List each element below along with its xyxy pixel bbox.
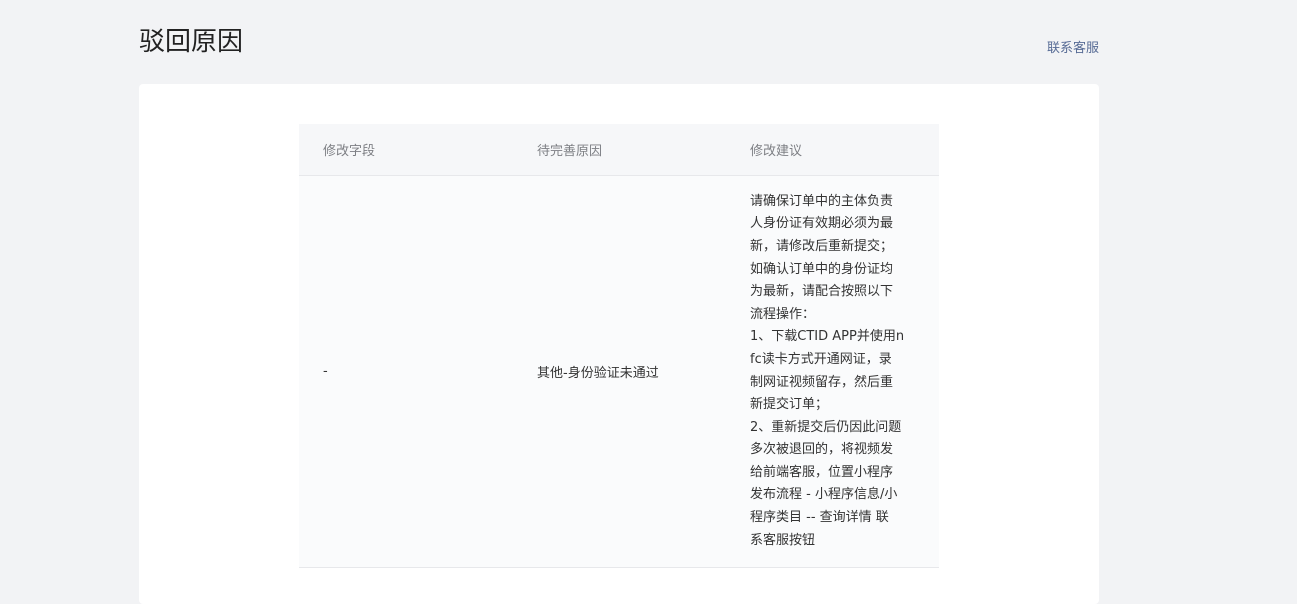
suggestion-line: 为最新，请配合按照以下	[750, 284, 894, 300]
cell-reason: 其他-身份验证未通过	[537, 366, 659, 381]
page-title: 驳回原因	[139, 27, 244, 57]
column-header-reason: 待完善原因	[537, 144, 603, 159]
suggestion-line: 新提交订单；	[750, 397, 829, 413]
suggestion-line: 发布流程 - 小程序信息/小	[750, 487, 898, 503]
column-header-suggestion: 修改建议	[750, 144, 803, 159]
suggestion-line: 程序类目 -- 查询详情 联	[750, 510, 889, 526]
suggestion-line: 给前端客服，位置小程序	[750, 464, 894, 480]
contact-support-link[interactable]: 联系客服	[1047, 39, 1099, 59]
column-header-field: 修改字段	[323, 144, 376, 159]
table-header: 修改字段 待完善原因 修改建议	[299, 124, 939, 176]
table-row: - 其他-身份验证未通过 请确保订单中的主体负责 人身份证有效期必须为最 新，请…	[299, 176, 939, 568]
cell-field: -	[323, 364, 328, 379]
suggestion-line: 人身份证有效期必须为最	[750, 216, 894, 232]
suggestion-line: 1、下载CTID APP并使用n	[750, 329, 905, 345]
suggestion-line: 流程操作：	[750, 306, 816, 322]
suggestion-line: 2、重新提交后仍因此问题	[750, 419, 902, 435]
suggestion-line: 多次被退回的，将视频发	[750, 442, 894, 458]
rejection-card: 修改字段 待完善原因 修改建议 - 其他-身份验证未通过 请确保订单中的主体负责…	[139, 84, 1099, 604]
suggestion-line: 系客服按钮	[750, 532, 816, 548]
rejection-table: 修改字段 待完善原因 修改建议 - 其他-身份验证未通过 请确保订单中的主体负责…	[299, 124, 939, 568]
suggestion-line: fc读卡方式开通网证，录	[750, 351, 892, 367]
suggestion-line: 新，请修改后重新提交；	[750, 238, 894, 254]
suggestion-line: 如确认订单中的身份证均	[750, 261, 894, 277]
suggestion-line: 制网证视频留存，然后重	[750, 374, 894, 390]
suggestion-line: 请确保订单中的主体负责	[750, 193, 894, 209]
cell-suggestion: 请确保订单中的主体负责 人身份证有效期必须为最 新，请修改后重新提交； 如确认订…	[726, 191, 939, 553]
